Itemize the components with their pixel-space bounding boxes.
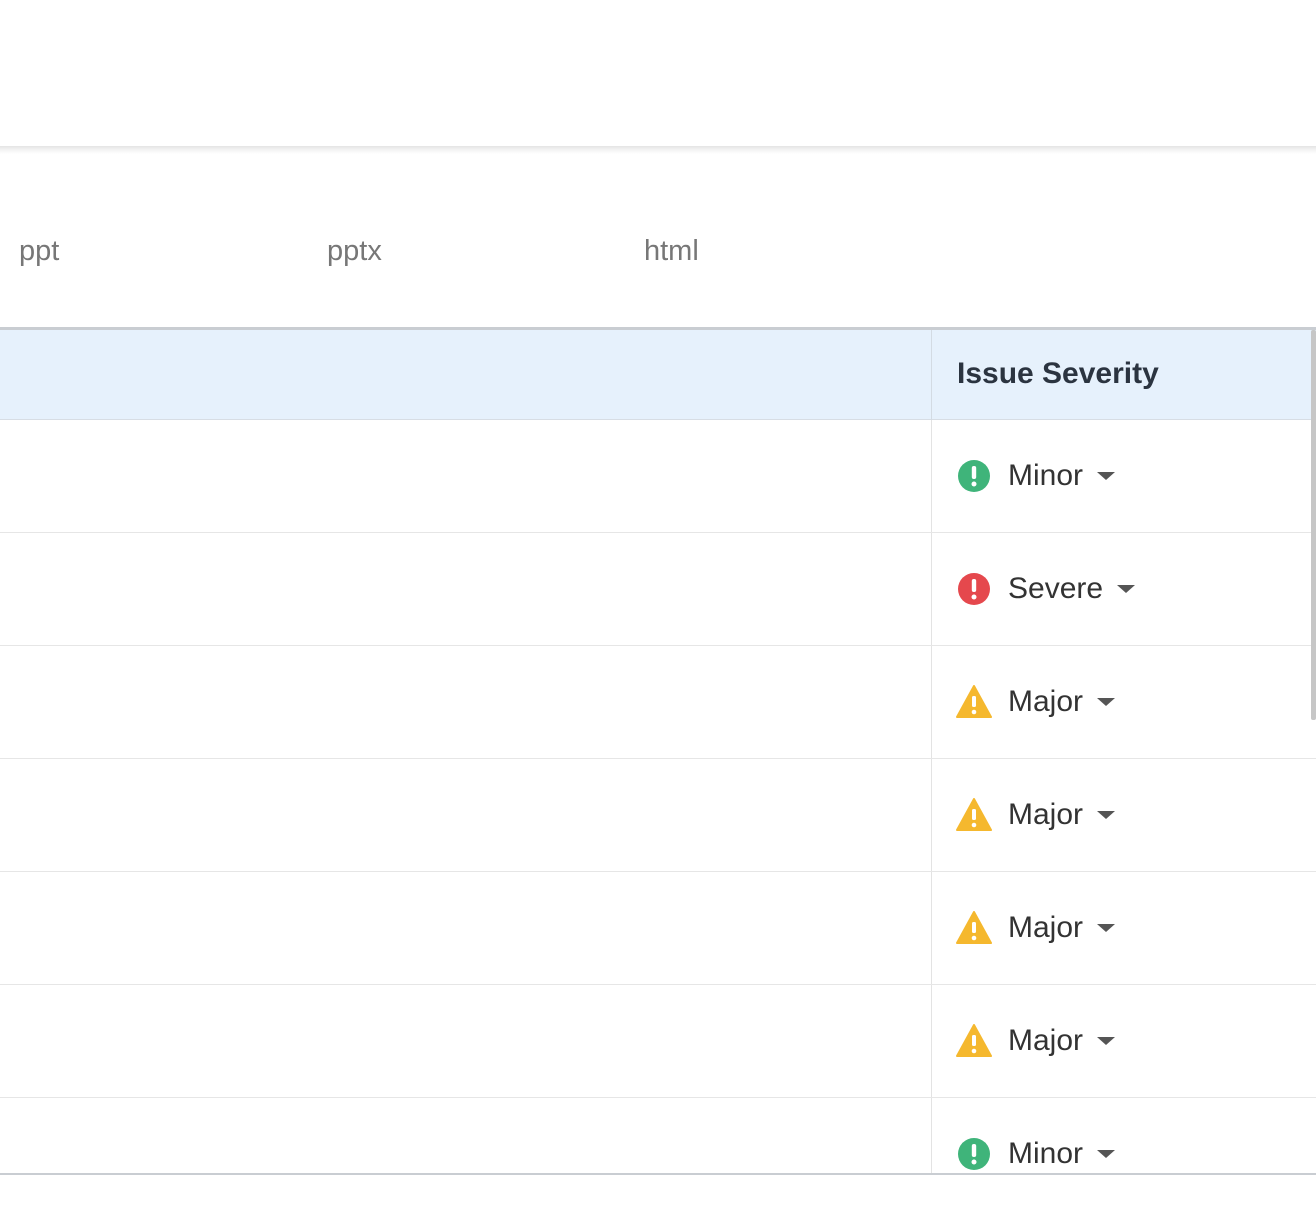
severity-cell: Major	[931, 985, 1316, 1097]
row-main-cell	[0, 1098, 931, 1173]
table-header: Issue Severity	[0, 330, 1316, 420]
row-main-cell	[0, 759, 931, 871]
severity-dropdown[interactable]: Major	[956, 793, 1116, 837]
severity-label: Major	[1008, 911, 1084, 944]
severity-cell: Major	[931, 759, 1316, 871]
severity-label: Major	[1008, 685, 1084, 718]
row-main-cell	[0, 533, 931, 645]
warning-triangle-icon	[956, 910, 992, 946]
format-ppt[interactable]: ppt	[19, 225, 59, 277]
severity-dropdown[interactable]: Minor	[956, 454, 1116, 498]
row-main-cell	[0, 420, 931, 532]
severity-label: Major	[1008, 1024, 1084, 1057]
severity-dropdown[interactable]: Major	[956, 680, 1116, 724]
format-html[interactable]: html	[644, 225, 699, 277]
severity-label: Major	[1008, 798, 1084, 831]
severity-cell: Major	[931, 872, 1316, 984]
table-row[interactable]: Minor	[0, 420, 1316, 533]
exclamation-circle-icon	[956, 571, 992, 607]
table-body: Minor Severe Major Major Major Major Minor	[0, 420, 1316, 1173]
caret-down-icon	[1097, 810, 1116, 820]
severity-dropdown[interactable]: Major	[956, 1019, 1116, 1063]
warning-triangle-icon	[956, 684, 992, 720]
caret-down-icon	[1097, 697, 1116, 707]
caret-down-icon	[1097, 471, 1116, 481]
severity-cell: Minor	[931, 1098, 1316, 1173]
caret-down-icon	[1097, 1036, 1116, 1046]
row-main-cell	[0, 646, 931, 758]
severity-dropdown[interactable]: Minor	[956, 1132, 1116, 1173]
table-row[interactable]: Major	[0, 646, 1316, 759]
severity-cell: Severe	[931, 533, 1316, 645]
top-divider	[0, 146, 1316, 154]
page: ppt pptx html Issue Severity Minor Severe…	[0, 0, 1316, 1228]
table-row[interactable]: Major	[0, 985, 1316, 1098]
caret-down-icon	[1097, 923, 1116, 933]
vertical-scrollbar[interactable]	[1311, 330, 1316, 720]
severity-dropdown[interactable]: Major	[956, 906, 1116, 950]
row-main-cell	[0, 985, 931, 1097]
severity-dropdown[interactable]: Severe	[956, 567, 1136, 611]
table-row[interactable]: Major	[0, 759, 1316, 872]
severity-cell: Major	[931, 646, 1316, 758]
table-row[interactable]: Minor	[0, 1098, 1316, 1173]
table-row[interactable]: Major	[0, 872, 1316, 985]
format-pptx[interactable]: pptx	[327, 225, 382, 277]
row-main-cell	[0, 872, 931, 984]
exclamation-circle-icon	[956, 458, 992, 494]
table-row[interactable]: Severe	[0, 533, 1316, 646]
warning-triangle-icon	[956, 1023, 992, 1059]
severity-label: Minor	[1008, 1137, 1084, 1170]
format-filter-row: ppt pptx html	[0, 225, 1316, 277]
caret-down-icon	[1097, 1149, 1116, 1159]
issues-table: Issue Severity Minor Severe Major Major Majo…	[0, 327, 1316, 1175]
top-bar	[0, 0, 1316, 148]
severity-label: Severe	[1008, 572, 1104, 605]
exclamation-circle-icon	[956, 1136, 992, 1172]
column-header-issue-severity[interactable]: Issue Severity	[931, 330, 1316, 420]
caret-down-icon	[1117, 584, 1136, 594]
severity-label: Minor	[1008, 459, 1084, 492]
warning-triangle-icon	[956, 797, 992, 833]
severity-cell: Minor	[931, 420, 1316, 532]
